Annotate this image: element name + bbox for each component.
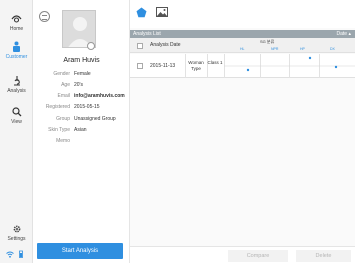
back-icon[interactable] bbox=[39, 11, 50, 22]
profile-row-email: Email info@aramhuvis.com bbox=[33, 92, 130, 100]
profile-row-memo: Memo bbox=[33, 137, 130, 145]
sort-date-button[interactable]: Date ▴ bbox=[337, 31, 351, 37]
profile-row-skin-type: Skin Type Asian bbox=[33, 126, 130, 134]
row-class: Class 1 bbox=[207, 60, 223, 65]
header-skin-group: SG 분류 bbox=[260, 39, 275, 44]
profile-key: Gender bbox=[53, 71, 70, 77]
view-switcher bbox=[130, 0, 355, 28]
wifi-icon bbox=[6, 251, 14, 258]
image-view-icon[interactable] bbox=[156, 7, 168, 17]
select-all-checkbox[interactable] bbox=[137, 43, 143, 49]
profile-value: Asian bbox=[74, 127, 87, 133]
header-col-npr: NPR bbox=[271, 47, 279, 51]
customer-icon bbox=[13, 41, 20, 52]
cell-divider bbox=[207, 54, 208, 78]
customer-profile-panel: Aram Huvis Gender Female Age 20's Email … bbox=[33, 0, 130, 263]
analysis-list-title: Analysis List bbox=[133, 31, 161, 37]
profile-key: Age bbox=[61, 82, 70, 88]
analysis-area: Analysis List Date ▴ Analysis Date SG 분류… bbox=[130, 0, 355, 263]
marker-dot bbox=[334, 65, 338, 69]
profile-key: Group bbox=[56, 116, 70, 122]
row-type: Woman Type bbox=[188, 60, 204, 71]
header-col-hp: HP bbox=[300, 47, 305, 51]
table-row[interactable]: 2015-11-13 Woman Type Class 1 bbox=[130, 54, 355, 78]
profile-value: Female bbox=[74, 71, 91, 77]
profile-key: Email bbox=[57, 93, 70, 99]
profile-key: Memo bbox=[56, 138, 70, 144]
nav-analysis-label: Analysis bbox=[7, 88, 26, 94]
nav-view-label: View bbox=[11, 119, 22, 125]
profile-value: Unassigned Group bbox=[74, 116, 116, 122]
start-analysis-button[interactable]: Start Analysis bbox=[37, 243, 123, 259]
home-icon bbox=[11, 15, 22, 23]
profile-row-gender: Gender Female bbox=[33, 70, 130, 78]
status-icons bbox=[6, 250, 28, 259]
skin-group-markers bbox=[224, 56, 355, 72]
nav-customer-label: Customer bbox=[5, 54, 28, 60]
nav-settings-label: Settings bbox=[7, 236, 26, 242]
header-col-dx: DX bbox=[330, 47, 335, 51]
table-header: Analysis Date SG 분류 HL NPR HP DX bbox=[130, 38, 355, 53]
profile-row-group: Group Unassigned Group bbox=[33, 115, 130, 123]
profile-key: Skin Type bbox=[48, 127, 70, 133]
profile-row-registered: Registered 2015-05-15 bbox=[33, 103, 130, 111]
search-icon bbox=[11, 107, 21, 117]
marker-dot bbox=[308, 56, 312, 60]
analysis-icon bbox=[13, 76, 20, 86]
side-nav: Home Customer Analysis View Settings bbox=[0, 0, 33, 263]
row-date: 2015-11-13 bbox=[150, 63, 176, 69]
edit-photo-icon[interactable] bbox=[87, 42, 95, 50]
analysis-list-bar: Analysis List Date ▴ bbox=[130, 30, 355, 38]
nav-settings[interactable]: Settings bbox=[0, 224, 33, 242]
profile-value: info@aramhuvis.com bbox=[74, 93, 125, 99]
marker-dot bbox=[246, 68, 250, 72]
compare-button[interactable]: Compare bbox=[228, 250, 288, 262]
header-col-hl: HL bbox=[240, 47, 245, 51]
battery-icon bbox=[19, 250, 23, 258]
delete-button[interactable]: Delete bbox=[296, 250, 351, 262]
profile-value: 20's bbox=[74, 82, 84, 88]
action-bar: Compare Delete bbox=[130, 246, 355, 263]
nav-customer[interactable]: Customer bbox=[0, 41, 33, 60]
profile-value: 2015-05-15 bbox=[74, 104, 100, 110]
profile-row-age: Age 20's bbox=[33, 81, 130, 89]
nav-analysis[interactable]: Analysis bbox=[0, 75, 33, 94]
customer-name: Aram Huvis bbox=[63, 57, 100, 64]
profile-key: Registered bbox=[45, 104, 70, 110]
nav-view[interactable]: View bbox=[0, 107, 33, 125]
gear-icon bbox=[13, 225, 20, 233]
pentagon-view-icon[interactable] bbox=[136, 7, 147, 18]
row-checkbox[interactable] bbox=[137, 63, 143, 69]
nav-home[interactable]: Home bbox=[0, 14, 33, 32]
header-analysis-date: Analysis Date bbox=[150, 42, 181, 48]
nav-home-label: Home bbox=[9, 26, 24, 32]
